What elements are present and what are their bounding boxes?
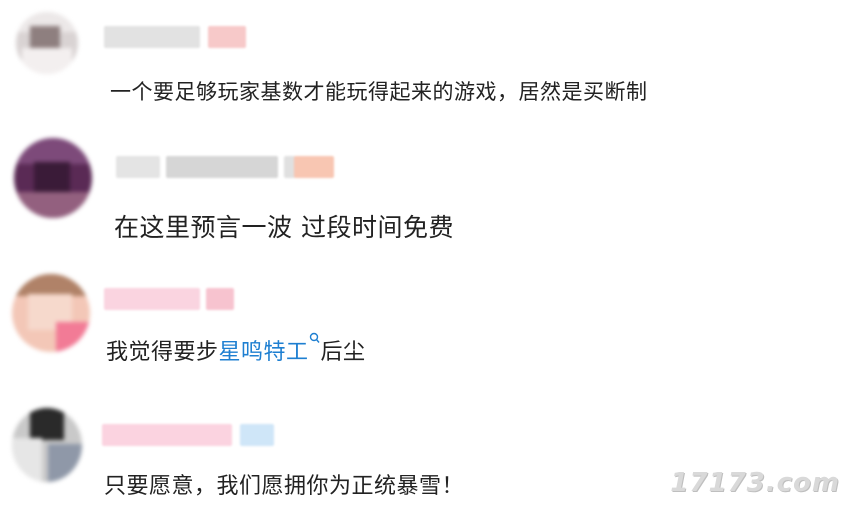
watermark: 17173.com: [670, 468, 840, 498]
comment-text: 只要愿意，我们愿拥你为正统暴雪！: [104, 474, 465, 499]
avatar[interactable]: [12, 408, 82, 482]
comment-item: 只要愿意，我们愿拥你为正统暴雪！: [0, 0, 854, 508]
username-blurred[interactable]: [102, 424, 274, 446]
